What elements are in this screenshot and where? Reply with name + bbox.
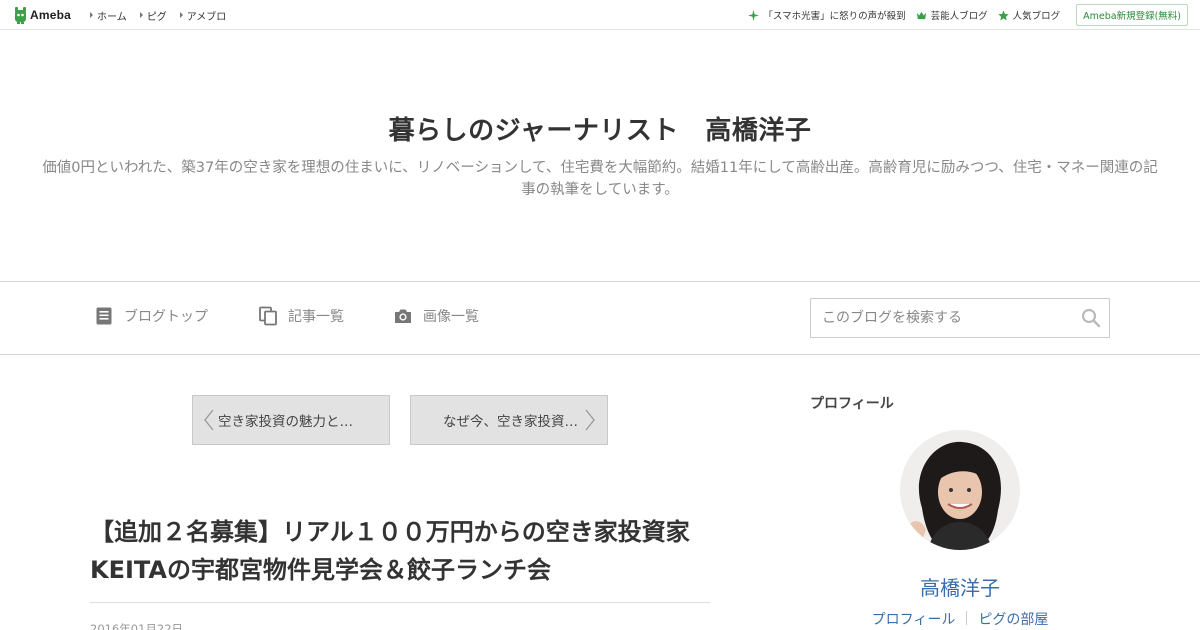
crown-icon <box>916 11 926 19</box>
profile-links: プロフィール ピグの部屋 <box>810 609 1110 629</box>
celebrity-blog-link[interactable]: 芸能人ブログ <box>916 8 988 22</box>
pigg-room-link[interactable]: ピグの部屋 <box>978 609 1048 629</box>
signup-button[interactable]: Ameba新規登録(無料) <box>1076 4 1188 26</box>
nav-article-list[interactable]: 記事一覧 <box>258 306 344 326</box>
camera-icon <box>395 309 411 323</box>
nav-label: アメブロ <box>186 11 227 23</box>
divider <box>966 611 968 625</box>
copy-icon <box>259 306 277 326</box>
profile-heading: プロフィール <box>810 396 894 412</box>
ameba-mascot-icon <box>15 7 26 24</box>
trending-topic-link[interactable]: 「スマホ光害」に怒りの声が殺到 <box>748 8 906 22</box>
star-icon <box>997 9 1009 20</box>
nav-blog-top-label: ブログトップ <box>124 309 208 325</box>
blog-description: 価値0円といわれた、築37年の空き家を理想の住まいに、リノベーションして、住宅費… <box>42 160 1158 198</box>
popular-blog-link[interactable]: 人気ブログ <box>997 8 1061 22</box>
popular-blog-label: 人気ブログ <box>1012 11 1061 22</box>
sparkle-icon <box>748 9 760 21</box>
chevron-left-icon <box>204 409 214 431</box>
avatar-portrait-icon <box>900 430 1020 550</box>
nav-pigg-link[interactable]: ピグ <box>139 8 167 23</box>
next-article-button[interactable]: なぜ今、空き家投資… <box>410 395 608 445</box>
triangle-icon <box>90 12 93 18</box>
blog-nav-bar: ブログトップ 記事一覧 画像一覧 <box>0 281 1200 355</box>
blog-search <box>810 298 1110 338</box>
global-nav: ホーム ピグ アメブロ <box>90 0 239 30</box>
document-icon <box>96 307 112 325</box>
nav-article-list-label: 記事一覧 <box>288 309 344 325</box>
prev-article-label: 空き家投資の魅力と… <box>218 414 353 430</box>
header-right: 「スマホ光害」に怒りの声が殺到 芸能人ブログ 人気ブログ Ameba新規登録(無… <box>738 0 1188 30</box>
prev-article-button[interactable]: 空き家投資の魅力と… <box>192 395 390 445</box>
chevron-right-icon <box>585 409 595 431</box>
nav-image-list-label: 画像一覧 <box>423 309 479 325</box>
divider <box>90 602 710 603</box>
celebrity-blog-label: 芸能人ブログ <box>930 11 988 22</box>
next-article-label: なぜ今、空き家投資… <box>443 414 578 430</box>
profile-link[interactable]: プロフィール <box>872 609 956 629</box>
triangle-icon <box>139 12 143 18</box>
global-header: Ameba ホーム ピグ アメブロ 「スマホ光害」に怒りの声が殺到 芸能人ブログ… <box>0 0 1200 30</box>
blog-search-input[interactable] <box>811 299 1071 337</box>
search-icon[interactable] <box>1081 308 1101 328</box>
avatar[interactable] <box>900 430 1020 550</box>
logo-text: Ameba <box>30 8 72 22</box>
nav-ameblo-link[interactable]: アメブロ <box>179 8 227 23</box>
nav-home-link[interactable]: ホーム <box>90 8 127 23</box>
trending-topic-label: 「スマホ光害」に怒りの声が殺到 <box>763 11 906 22</box>
triangle-icon <box>179 12 183 18</box>
ameba-logo[interactable]: Ameba <box>13 6 71 24</box>
article-date: 2016年01月22日 <box>90 622 184 630</box>
article-title[interactable]: 【追加２名募集】リアル１００万円からの空き家投資家KEITAの宇都宮物件見学会＆… <box>90 513 710 589</box>
blog-title[interactable]: 暮らしのジャーナリスト 高橋洋子 <box>0 110 1200 147</box>
nav-label: ピグ <box>146 11 167 23</box>
nav-blog-top[interactable]: ブログトップ <box>94 306 208 326</box>
nav-label: ホーム <box>97 11 127 23</box>
profile-name[interactable]: 高橋洋子 <box>810 572 1110 601</box>
nav-image-list[interactable]: 画像一覧 <box>393 306 479 326</box>
